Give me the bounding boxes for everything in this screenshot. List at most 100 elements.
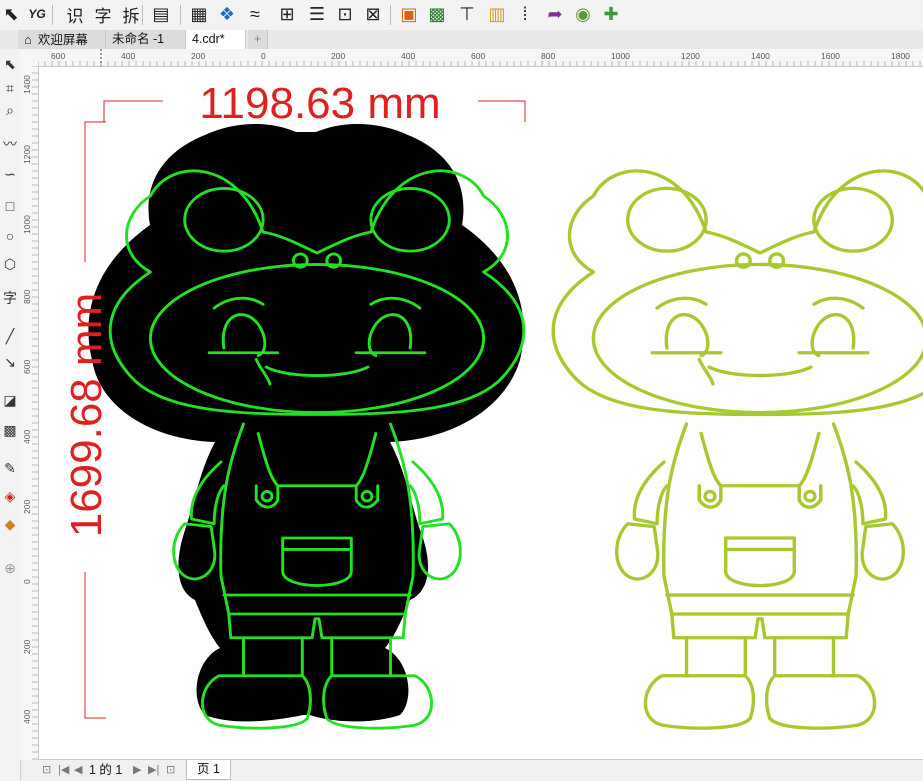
dots-icon[interactable]: ⁞ (514, 3, 536, 25)
shadow-tool-icon[interactable]: ◪ (0, 389, 20, 411)
yg-logo[interactable]: YG (26, 3, 48, 25)
plus-icon: + (253, 32, 262, 46)
ruler-label: 400 (401, 51, 415, 61)
toolbar-separator (180, 5, 181, 25)
tab-file-label: 4.cdr* (192, 32, 225, 46)
last-page-icon[interactable]: ▶| (148, 762, 159, 778)
crop-tool-icon[interactable]: ⌗ (0, 77, 20, 99)
eyedropper-tool-icon[interactable]: ✎ (0, 457, 20, 479)
zoom-tool-icon[interactable]: ⌕ (0, 99, 20, 121)
main-toolbar: ⬉ YG 识字拆 ▤ ▦ ❖ ≈ ⊞ ☰ ⊡ ⊠ ▣ ▩ ⊤ ▥ ⁞ ➦ ◉ ✚ (0, 0, 923, 31)
tab-file[interactable]: 4.cdr* (186, 30, 246, 49)
drawing-canvas[interactable]: 1198.63 mm 1699.68 mm (39, 67, 923, 759)
color-icon[interactable]: ▣ (398, 3, 420, 25)
curve-tool-icon[interactable]: ∽ (0, 163, 20, 185)
pick-tool-icon[interactable]: ⬉ (0, 53, 20, 75)
ruler-label: 1800 (891, 51, 910, 61)
vertical-ruler-ticks: 1400 1200 1000 800 600 400 200 0 200 400 (22, 65, 38, 760)
toolbar-separator (390, 5, 391, 25)
ruler-label: 200 (22, 640, 32, 654)
ruler-label: 200 (191, 51, 205, 61)
previous-page-icon[interactable]: ◀ (74, 762, 82, 778)
toolbox: ⬉ ⌗ ⌕ 〰 ∽ □ ○ ⬡ 字 ╱ ↘ ◪ ▩ ✎ ◈ ◆ ⊕ (0, 49, 21, 780)
add-page-icon[interactable]: ⊡ (166, 762, 175, 778)
ruler-label: 0 (261, 51, 266, 61)
ruler-label: 800 (22, 290, 32, 304)
polygon-tool-icon[interactable]: ⬡ (0, 253, 20, 275)
disk-icon[interactable]: ◉ (572, 3, 594, 25)
ruler-label: 1200 (681, 51, 700, 61)
tab-welcome[interactable]: ⌂ 欢迎屏幕 (18, 30, 106, 49)
line-tool-icon[interactable]: ╱ (0, 325, 20, 347)
ruler-label: 400 (22, 710, 32, 724)
fill-tool-icon[interactable]: ◈ (0, 485, 20, 507)
connector-tool-icon[interactable]: ↘ (0, 351, 20, 373)
tab-untitled[interactable]: 未命名 -1 (106, 30, 186, 49)
left-artwork[interactable] (88, 124, 526, 730)
ruler-label: 600 (22, 360, 32, 374)
transparency-tool-icon[interactable]: ▩ (0, 419, 20, 441)
height-dimension-top-leader (84, 121, 106, 262)
tab-welcome-label: 欢迎屏幕 (37, 33, 88, 47)
ruler-label: 0 (22, 579, 32, 584)
tab-untitled-label: 未命名 -1 (112, 32, 165, 46)
height-dimension-bottom-leader (84, 572, 106, 719)
horizontal-ruler[interactable]: 600 400 200 0 200 400 600 800 1000 1200 1400 1600 18… (37, 49, 923, 67)
ruler-label: 1200 (22, 145, 32, 164)
rectangle-tool-icon[interactable]: □ (0, 195, 20, 217)
smart-fill-tool-icon[interactable]: ◆ (0, 513, 20, 535)
page-navigation-bar: ⊡ |◀ ◀ 1 的 1 ▶ ▶| ⊡ 页 1 (38, 759, 923, 781)
text-align-icon[interactable]: ⊤ (456, 3, 478, 25)
pointer-icon[interactable]: ⬉ (0, 3, 22, 25)
shi-button[interactable]: 识 (64, 3, 86, 26)
toolbar-separator (142, 5, 143, 25)
image-icon[interactable]: ▩ (426, 3, 448, 25)
ruler-corner[interactable] (20, 49, 39, 67)
text-tool-button[interactable]: 字 (0, 287, 20, 309)
table-icon[interactable]: ▦ (188, 3, 210, 25)
ruler-label: 1000 (22, 215, 32, 234)
vertical-ruler[interactable]: 1400 1200 1000 800 600 400 200 0 200 400 (20, 65, 39, 760)
right-artwork[interactable] (551, 169, 923, 730)
document-tab-bar: ⌂ 欢迎屏幕 未命名 -1 4.cdr* + (0, 30, 923, 50)
height-dimension-label: 1699.68 mm (62, 293, 111, 538)
pattern-icon[interactable]: ❖ (216, 3, 238, 25)
horizontal-ruler-ticks: 600 400 200 0 200 400 600 800 1000 1200 1400 1600 18… (37, 49, 921, 66)
select-icon[interactable]: ⊠ (362, 3, 384, 25)
next-page-icon[interactable]: ▶ (133, 762, 141, 778)
page-tab[interactable]: 页 1 (186, 760, 231, 780)
wave-icon[interactable]: ≈ (244, 3, 266, 25)
ruler-label: 200 (22, 500, 32, 514)
ruler-label: 1400 (22, 75, 32, 94)
freehand-tool-icon[interactable]: 〰 (0, 133, 20, 155)
first-page-icon[interactable]: |◀ (58, 762, 69, 778)
chai-button[interactable]: 拆 (120, 3, 142, 26)
ruler-label: 200 (331, 51, 345, 61)
arrow-icon[interactable]: ➦ (544, 3, 566, 25)
lines-icon[interactable]: ☰ (306, 3, 328, 25)
ruler-label: 1600 (821, 51, 840, 61)
home-icon: ⌂ (24, 32, 32, 47)
left-artwork-silhouette (88, 124, 524, 722)
right-artwork-outline (551, 169, 923, 730)
add-tab-button[interactable]: + (248, 30, 268, 49)
ruler-label: 1000 (611, 51, 630, 61)
clipboard-icon[interactable]: ▤ (150, 3, 172, 25)
toolbar-separator (52, 5, 53, 25)
ellipse-tool-icon[interactable]: ○ (0, 225, 20, 247)
ruler-label: 600 (51, 51, 65, 61)
width-dimension-right-leader (478, 100, 526, 122)
list-icon[interactable]: ▥ (486, 3, 508, 25)
ruler-label: 400 (121, 51, 135, 61)
plugin-icon[interactable]: ✚ (600, 3, 622, 25)
ruler-label: 1400 (751, 51, 770, 61)
align-icon[interactable]: ⊞ (276, 3, 298, 25)
page-options-icon[interactable]: ⊡ (42, 762, 51, 778)
add-tool-icon[interactable]: ⊕ (0, 557, 20, 579)
ruler-label: 800 (541, 51, 555, 61)
ruler-label: 400 (22, 430, 32, 444)
zi-button[interactable]: 字 (92, 3, 114, 26)
ruler-label: 600 (471, 51, 485, 61)
grid-icon[interactable]: ⊡ (334, 3, 356, 25)
width-dimension-label: 1198.63 mm (199, 79, 440, 128)
